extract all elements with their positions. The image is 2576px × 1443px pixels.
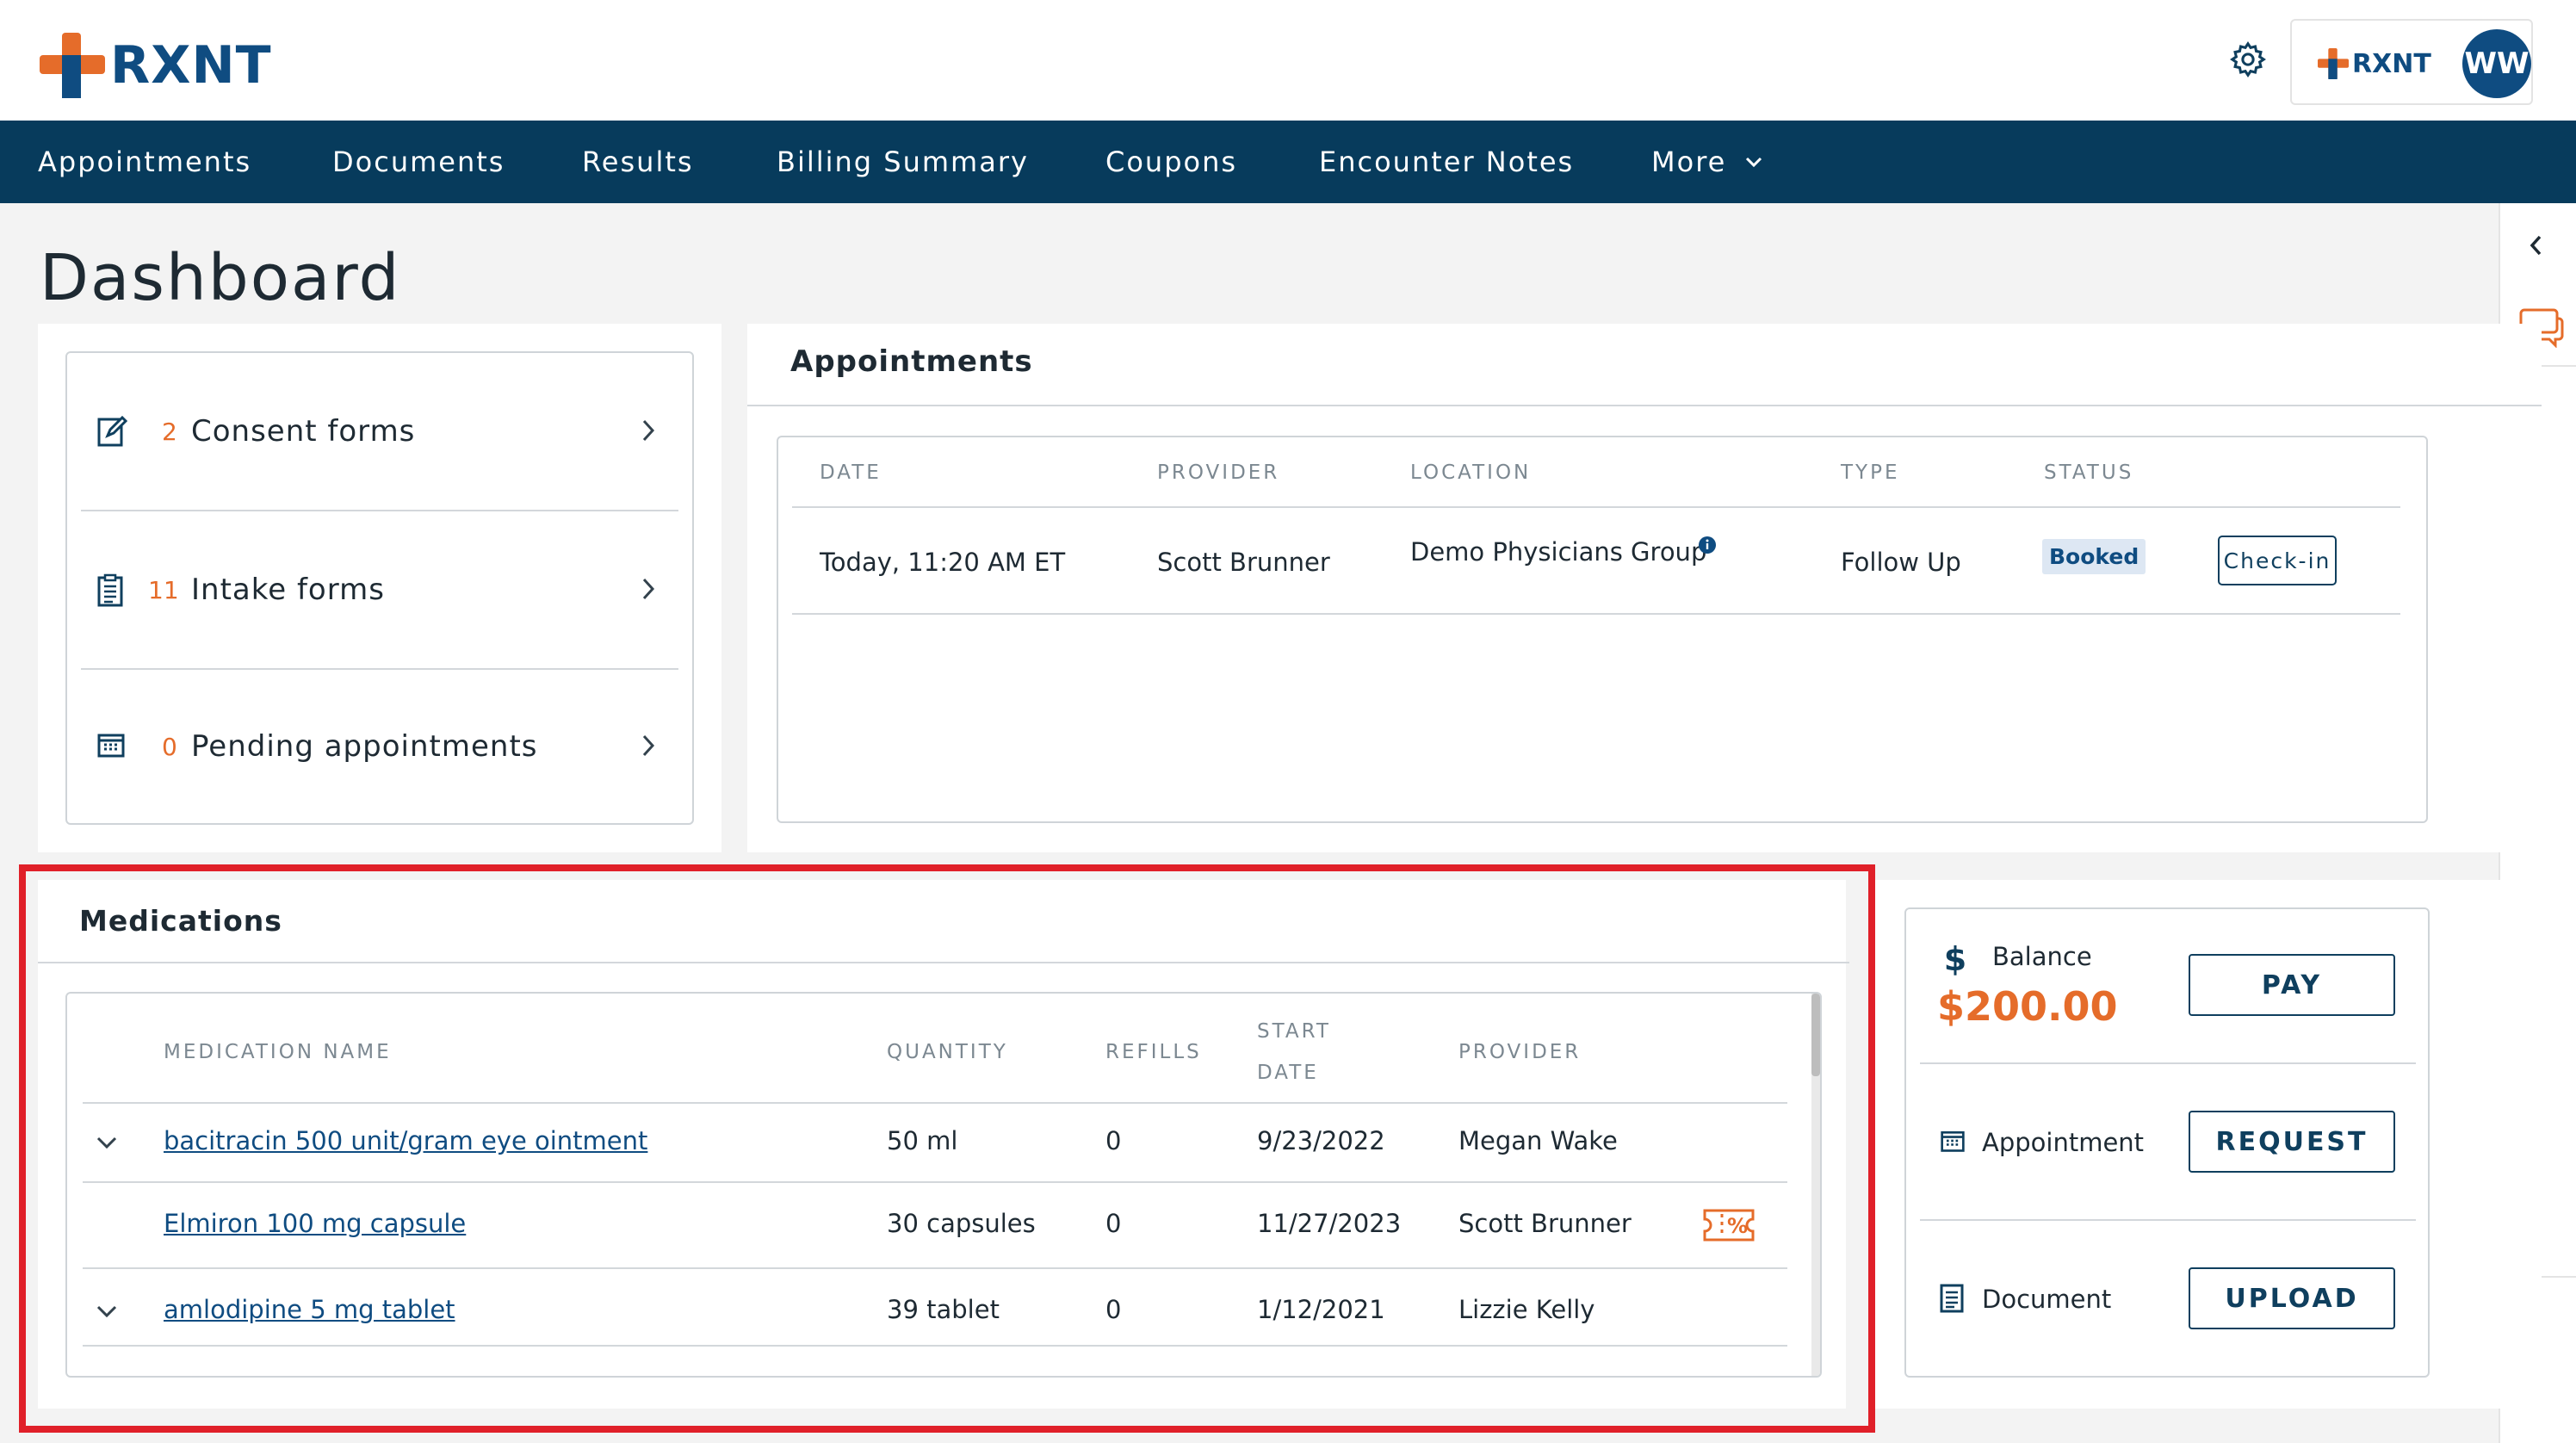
status-badge: Booked [2042, 539, 2146, 574]
appointment-provider: Scott Brunner [1157, 548, 1330, 577]
chevron-right-icon [642, 419, 655, 442]
form-edit-icon [97, 415, 127, 447]
info-icon[interactable] [1698, 536, 1717, 554]
request-button[interactable]: REQUEST [2189, 1111, 2395, 1173]
nav-appointments[interactable]: Appointments [38, 121, 251, 203]
nav-documents[interactable]: Documents [332, 121, 505, 203]
pending-appointments-count: 0 [162, 732, 177, 761]
avatar[interactable]: WW [2462, 29, 2531, 98]
appointments-table: DATE PROVIDER LOCATION TYPE STATUS Today… [777, 436, 2428, 823]
gear-icon[interactable] [2228, 40, 2268, 79]
intake-forms-count: 11 [148, 575, 179, 604]
row-divider [792, 613, 2400, 615]
intake-forms-label: Intake forms [191, 573, 385, 607]
app-header [0, 0, 2576, 121]
nav-billing-summary[interactable]: Billing Summary [777, 121, 1029, 203]
svg-text:$: $ [1944, 942, 1966, 976]
chevron-left-icon[interactable] [2526, 232, 2547, 258]
table-header-divider [792, 506, 2400, 508]
partner-logo: RXNT [2318, 48, 2431, 79]
calendar-icon [97, 734, 125, 758]
pending-appointments-label: Pending appointments [191, 729, 538, 764]
column-header-type: TYPE [1841, 461, 1900, 484]
consent-forms-row[interactable]: 2 Consent forms [67, 353, 692, 510]
pending-appointments-row[interactable]: 0 Pending appointments [67, 668, 692, 825]
document-label: Document [1982, 1285, 2112, 1314]
column-header-date: DATE [820, 461, 882, 484]
nav-coupons[interactable]: Coupons [1105, 121, 1237, 203]
rxnt-logo[interactable]: RXNT [40, 29, 272, 102]
page-title: Dashboard [40, 241, 401, 315]
clipboard-list-icon [97, 573, 123, 607]
calendar-icon [1941, 1130, 1965, 1152]
balance-divider [1920, 1062, 2416, 1064]
nav-encounter-notes[interactable]: Encounter Notes [1319, 121, 1574, 203]
chevron-right-icon [642, 734, 655, 757]
appointments-title: Appointments [790, 344, 1033, 379]
dollar-icon: $ [1944, 942, 1966, 976]
highlight-box [19, 864, 1875, 1433]
upload-button[interactable]: UPLOAD [2189, 1267, 2395, 1329]
check-in-button[interactable]: Check-in [2218, 536, 2337, 585]
main-nav: Appointments Documents Results Billing S… [0, 121, 2576, 203]
pay-button[interactable]: PAY [2189, 954, 2395, 1016]
column-header-status: STATUS [2044, 461, 2134, 484]
partner-logo-text: RXNT [2352, 48, 2431, 79]
balance-label: Balance [1992, 942, 2092, 971]
appointment-location: Demo Physicians Group [1410, 537, 1707, 567]
card-header-divider [747, 405, 2542, 406]
rxnt-cross-icon [2318, 48, 2349, 79]
consent-forms-label: Consent forms [191, 414, 416, 449]
logo-text: RXNT [110, 35, 272, 96]
consent-forms-count: 2 [162, 417, 177, 446]
balance-amount: $200.00 [1937, 983, 2118, 1030]
user-menu[interactable]: RXNT WW [2290, 19, 2533, 105]
forms-list: 2 Consent forms 11 Intake forms 0 Pendin… [65, 351, 694, 825]
chevron-down-icon[interactable] [1744, 155, 1763, 169]
appointment-label: Appointment [1982, 1128, 2145, 1157]
appointment-date: Today, 11:20 AM ET [820, 548, 1066, 577]
intake-forms-row[interactable]: 11 Intake forms [67, 511, 692, 668]
column-header-location: LOCATION [1410, 461, 1532, 484]
rxnt-cross-icon [40, 33, 105, 98]
document-icon [1940, 1284, 1964, 1313]
nav-results[interactable]: Results [582, 121, 694, 203]
balance-divider [1920, 1219, 2416, 1221]
nav-more[interactable]: More [1651, 121, 1726, 203]
chevron-right-icon [642, 578, 655, 600]
column-header-provider: PROVIDER [1157, 461, 1280, 484]
appointment-type: Follow Up [1841, 548, 1961, 577]
